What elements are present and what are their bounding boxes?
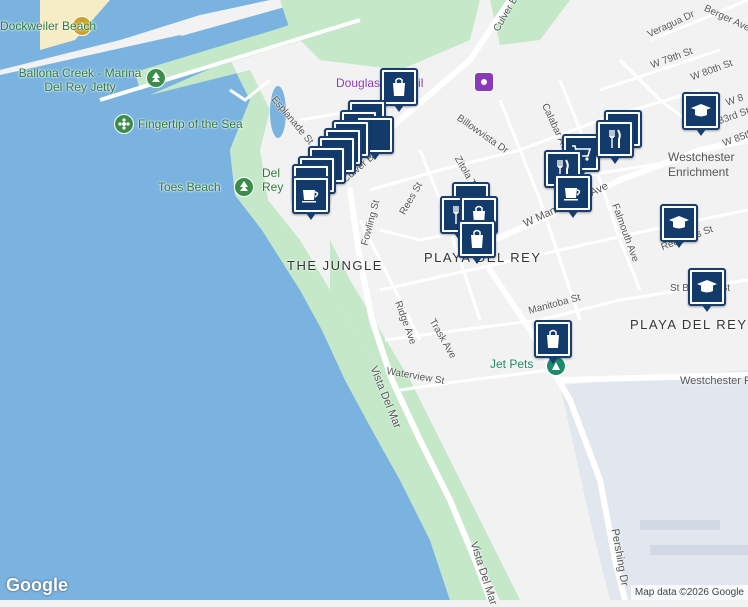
poi-label-ballona-jetty[interactable]: Ballona Creek - Marina Del Rey Jetty: [10, 66, 150, 94]
coffee-cup-icon: [564, 188, 581, 201]
poi-label-toes-beach[interactable]: Toes Beach: [158, 181, 221, 193]
coffee-cup-marker[interactable]: [554, 174, 592, 218]
coffee-cup-icon: [302, 190, 319, 203]
map-canvas[interactable]: Dockweiler Beach Ballona Creek - Marina …: [0, 0, 748, 607]
school-icon: [697, 280, 717, 293]
flower-icon[interactable]: [114, 114, 134, 134]
shopping-bag-marker[interactable]: [534, 320, 572, 364]
shopping-bag-marker[interactable]: [380, 68, 418, 112]
coffee-cup-marker[interactable]: [292, 176, 330, 220]
shopping-bag-icon: [393, 77, 405, 96]
map-attribution[interactable]: Map data ©2026 Google: [630, 585, 748, 600]
area-label-the-jungle: THE JUNGLE: [287, 258, 383, 273]
school-icon: [691, 104, 711, 117]
restaurant-marker[interactable]: [596, 120, 634, 164]
tree-icon[interactable]: [234, 177, 254, 197]
shopping-bag-icon: [547, 329, 559, 348]
google-logo[interactable]: Google: [6, 575, 68, 596]
school-icon: [669, 216, 689, 229]
shopping-bag-icon: [471, 229, 483, 248]
school-marker[interactable]: [682, 92, 720, 136]
poi-label-westchester-school[interactable]: Westchester Enrichment Sciences Magnet: [668, 150, 748, 180]
poi-label-fingertip-of-the-sea[interactable]: Fingertip of the Sea: [138, 118, 243, 130]
school-marker[interactable]: [688, 268, 726, 312]
shopping-bag-marker[interactable]: [458, 220, 496, 264]
camera-icon[interactable]: [474, 72, 494, 92]
poi-label-jet-pets[interactable]: Jet Pets: [490, 358, 533, 370]
area-label-playa-del-rey: PLAYA DEL REY: [630, 317, 748, 332]
fork-knife-icon: [609, 129, 621, 148]
street-label: Westchester Pkwy: [680, 375, 748, 387]
school-marker[interactable]: [660, 204, 698, 248]
poi-label-del-rey-lagoon[interactable]: Del Rey Lagoon Park: [262, 166, 292, 194]
poi-label-dockweiler-beach[interactable]: Dockweiler Beach: [0, 20, 96, 32]
